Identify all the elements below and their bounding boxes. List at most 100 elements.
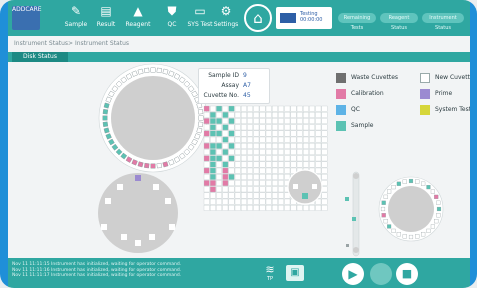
grid-cell xyxy=(253,105,260,112)
grid-cell xyxy=(216,174,222,180)
grid-cell xyxy=(278,149,284,155)
wifi-label: TP xyxy=(266,276,274,282)
grid-cell xyxy=(284,167,291,174)
sample-slot xyxy=(430,224,435,229)
pill-label: Instrument Status xyxy=(429,15,457,31)
grid-cell xyxy=(290,155,297,162)
grid-cell xyxy=(203,186,210,193)
cuvette-slot xyxy=(197,121,204,127)
grid-cell xyxy=(272,149,278,155)
grid-cell xyxy=(265,155,272,162)
wifi-button[interactable]: ≋ TP xyxy=(262,264,278,283)
remaining-tests-button[interactable]: Remaining Tests xyxy=(338,13,376,31)
cuvette-slot xyxy=(156,162,162,169)
nav-reagent[interactable]: ▲ Reagent xyxy=(120,4,156,34)
grid-cell xyxy=(315,149,322,155)
stop-button[interactable]: ■ xyxy=(396,263,418,285)
grid-cell xyxy=(247,167,253,174)
grid-cell xyxy=(315,167,322,174)
grid-cell xyxy=(234,174,241,180)
grid-cell xyxy=(296,130,303,137)
rail-track xyxy=(352,171,360,257)
grid-cell xyxy=(315,124,322,131)
grid-cell xyxy=(265,192,272,199)
grid-cell xyxy=(303,155,309,162)
grid-cell xyxy=(222,130,229,137)
nav-result[interactable]: ▤ Result xyxy=(88,4,124,34)
sample-slot xyxy=(396,181,401,186)
transfer-rail xyxy=(345,171,360,257)
grid-cell xyxy=(296,161,303,168)
grid-cell xyxy=(284,130,291,137)
grid-cell xyxy=(272,105,278,112)
grid-cell xyxy=(321,112,328,118)
sample-id-value: 9 xyxy=(243,72,247,79)
sample-slot xyxy=(408,178,414,184)
grid-cell xyxy=(259,112,266,118)
grid-cell xyxy=(303,105,309,112)
grid-cell xyxy=(234,192,241,199)
reagent-slot xyxy=(165,198,171,204)
nav-result-label: Result xyxy=(96,21,116,28)
sample-slot xyxy=(391,228,396,233)
grid-cell xyxy=(284,205,291,211)
grid-cell xyxy=(278,118,284,124)
nav-settings[interactable]: ⚙ Settings xyxy=(208,4,244,34)
assay-label: Assay xyxy=(221,82,239,89)
grid-cell xyxy=(216,149,222,155)
home-icon: ⌂ xyxy=(253,9,263,27)
grid-cell xyxy=(315,130,322,137)
sample-slot xyxy=(381,200,386,205)
grid-cell xyxy=(309,136,315,143)
grid-cell xyxy=(309,118,315,124)
grid-cell xyxy=(253,149,260,155)
run-status-card[interactable]: Testing 00:00:00 xyxy=(276,7,332,29)
grid-cell xyxy=(234,136,241,143)
cuvette-value: 45 xyxy=(243,92,251,99)
grid-cell xyxy=(203,130,210,137)
grid-cell xyxy=(253,130,260,137)
grid-cell xyxy=(241,180,247,186)
folder-button[interactable]: ▣ xyxy=(286,265,304,281)
grid-cell xyxy=(278,180,284,186)
grid-cell xyxy=(210,155,216,162)
sample-slot xyxy=(426,185,431,190)
grid-cell xyxy=(222,161,229,168)
grid-cell xyxy=(309,161,315,168)
home-button[interactable]: ⌂ xyxy=(244,4,272,32)
grid-cell xyxy=(259,180,266,186)
instrument-status-button[interactable]: Instrument Status xyxy=(422,13,464,31)
grid-cell xyxy=(321,167,328,174)
sample-slot xyxy=(421,181,426,186)
grid-cell xyxy=(241,167,247,174)
grid-cell xyxy=(272,192,278,199)
cuvette-slot xyxy=(162,161,169,168)
device-frame: ADDCARE ✎ Sample ▤ Result ▲ Reagent ⛊ QC… xyxy=(0,0,477,288)
reagent-slot xyxy=(169,224,175,230)
cuvette-row: Cuvette No. 45 xyxy=(199,91,269,100)
grid-cell xyxy=(216,186,222,193)
grid-cell xyxy=(321,143,328,149)
sample-slot xyxy=(383,219,388,224)
grid-cell xyxy=(216,205,222,211)
tab-strip xyxy=(8,52,470,62)
small-disk-slot xyxy=(302,193,308,199)
reagent-disk xyxy=(98,173,178,253)
grid-cell xyxy=(253,143,260,149)
grid-cell xyxy=(265,180,272,186)
pause-button[interactable] xyxy=(370,263,392,285)
swatch xyxy=(420,105,430,115)
reagent-status-button[interactable]: Reagent Status xyxy=(380,13,418,31)
cuvette-slot xyxy=(150,163,156,169)
tab-disk-status[interactable]: Disk Status xyxy=(12,52,68,62)
grid-cell xyxy=(290,112,297,118)
grid-cell xyxy=(278,192,284,199)
grid-cell xyxy=(228,167,235,174)
sample-slot xyxy=(402,234,407,239)
grid-cell xyxy=(222,155,229,162)
grid-cell xyxy=(203,112,210,118)
grid-cell xyxy=(272,118,278,124)
reaction-disk xyxy=(98,63,208,173)
play-button[interactable]: ▶ xyxy=(342,263,364,285)
sample-slot xyxy=(402,179,407,184)
